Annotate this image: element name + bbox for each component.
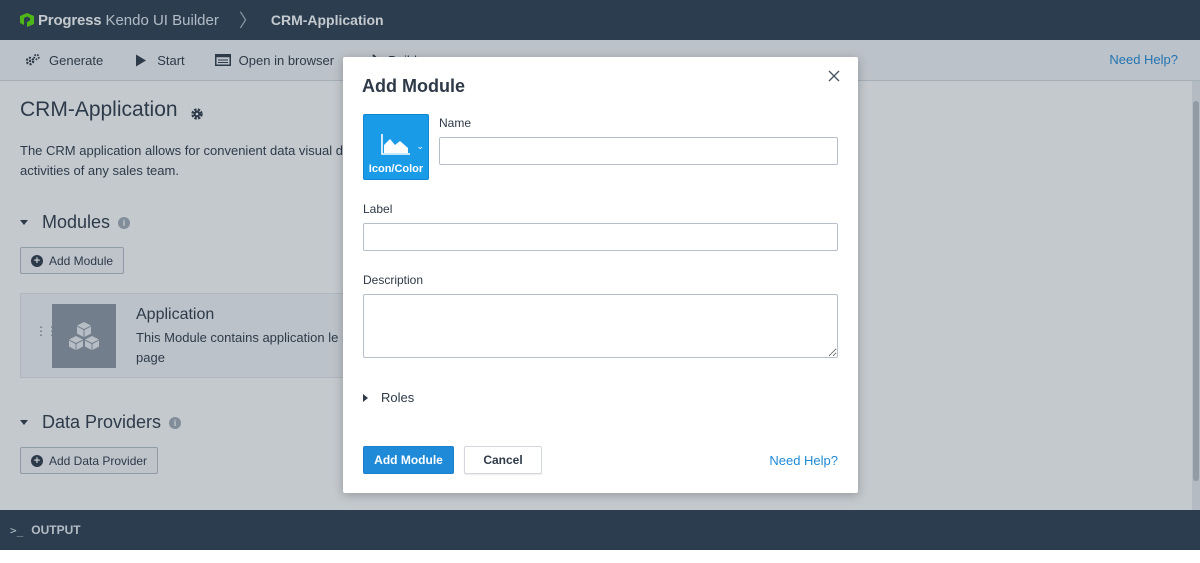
description-label: Description xyxy=(363,273,424,287)
caret-right-icon xyxy=(363,393,368,402)
label-input[interactable] xyxy=(363,223,838,251)
cancel-button[interactable]: Cancel xyxy=(464,446,542,474)
label-label: Label xyxy=(363,202,393,216)
icon-color-label: Icon/Color xyxy=(368,163,424,175)
name-input[interactable] xyxy=(439,137,838,165)
dialog-title: Add Module xyxy=(362,76,465,96)
name-label: Name xyxy=(439,116,472,130)
dialog-need-help-link[interactable]: Need Help? xyxy=(769,453,838,468)
description-textarea[interactable] xyxy=(363,294,838,358)
area-chart-icon xyxy=(381,133,411,160)
roles-label: Roles xyxy=(381,390,415,405)
icon-color-picker[interactable]: ⌄ Icon/Color xyxy=(363,114,429,180)
add-module-dialog: Add Module ⌄ Icon/Color Name Label Descr… xyxy=(343,57,858,493)
chevron-down-icon: ⌄ xyxy=(416,141,424,151)
close-icon[interactable] xyxy=(827,69,841,83)
app-window: Progress Kendo UI Builder 〉 CRM-Applicat… xyxy=(0,0,1200,550)
add-module-submit-button[interactable]: Add Module xyxy=(363,446,454,474)
roles-expander[interactable]: Roles xyxy=(363,390,414,405)
